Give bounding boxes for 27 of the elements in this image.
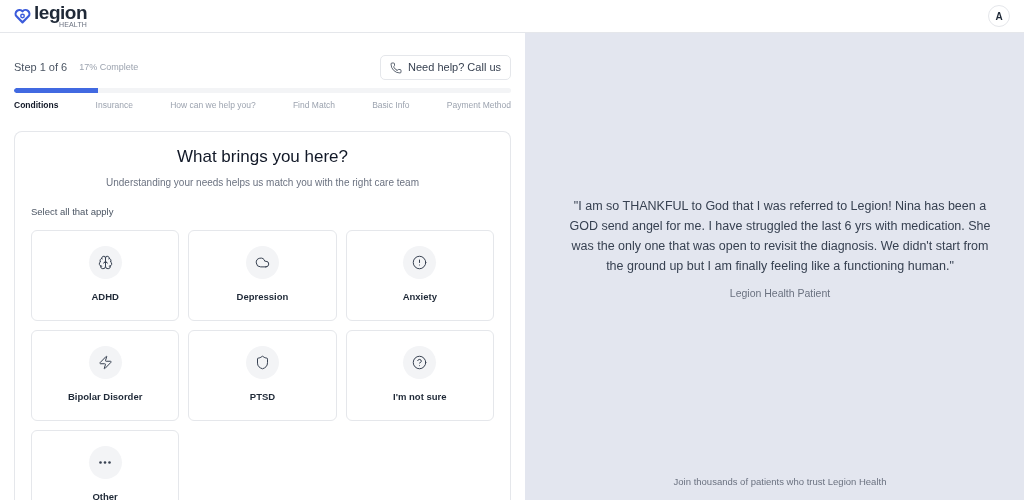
condition-option[interactable]: I'm not sure [345,329,494,421]
logo-wordmark: legion [34,4,88,21]
testimonial-author: Legion Health Patient [729,286,831,301]
testimonial-quote: "I am so THANKFUL to God that I was referred to Legion! Nina has been a GOD send angel for me. I have struggled the last 6 yrs with medication. She was the only one that was open to revisit the diagnosis. We didn't start from the ground up but I am finally feeling like a functioning human." [568,198,992,275]
condition-option[interactable]: Depression [188,229,337,321]
shield-icon [255,354,270,370]
heart-logo-icon [14,8,31,24]
trust-footer: Join thousands of patients who trust Legion Health [673,474,887,489]
percent-complete: 17% Complete [79,60,139,74]
condition-option[interactable]: Anxiety [345,229,494,321]
step-count: Step 1 of 6 [14,60,68,76]
step-tab[interactable]: Conditions [14,99,59,112]
select-instruction: Select all that apply [31,205,115,220]
brain-icon [97,254,113,270]
question-title: What brings you here? [175,145,349,168]
more-icon [99,460,112,464]
call-help-button[interactable]: Need help? Call us [380,55,511,80]
condition-option[interactable]: PTSD [188,329,337,421]
condition-option[interactable]: Other [31,429,180,500]
alert-icon [412,254,428,270]
condition-option[interactable]: ADHD [31,229,180,321]
phone-icon [390,61,403,74]
condition-option[interactable]: Bipolar Disorder [31,329,180,421]
lightning-icon [97,354,113,370]
question-subtitle: Understanding your needs helps us match you with the right care team [105,176,420,191]
question-icon [412,354,428,370]
cloud-icon [255,254,270,270]
